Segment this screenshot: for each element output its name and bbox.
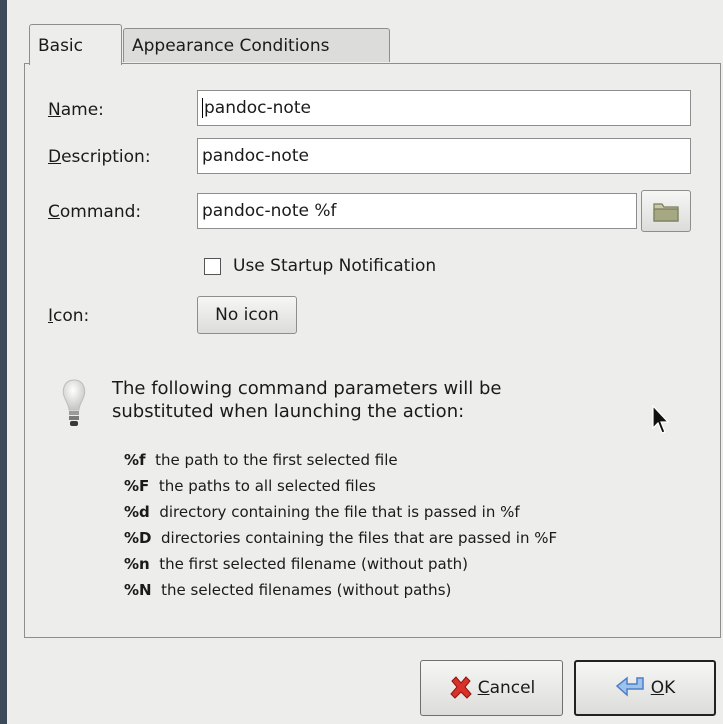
info-text-line2: substituted when launching the action: <box>112 401 465 422</box>
icon-picker-button[interactable]: No icon <box>197 296 297 334</box>
window-edge <box>0 0 7 724</box>
param-row: %d directory containing the file that is… <box>124 503 520 521</box>
text-caret <box>202 98 203 118</box>
browse-command-button[interactable] <box>641 190 691 232</box>
mouse-cursor-icon <box>652 404 670 434</box>
startup-notification-checkbox[interactable] <box>204 258 221 275</box>
cancel-button[interactable]: Cancel <box>420 660 563 716</box>
description-label: Description: <box>48 147 151 167</box>
folder-icon <box>653 203 679 222</box>
ok-icon <box>615 676 644 697</box>
lightbulb-icon <box>62 379 86 426</box>
cancel-icon <box>450 676 472 699</box>
icon-label: Icon: <box>48 306 90 326</box>
param-row: %F the paths to all selected files <box>124 477 376 495</box>
info-text-line1: The following command parameters will be <box>112 378 502 399</box>
name-field[interactable]: pandoc-note <box>197 90 691 126</box>
tab-appearance-conditions[interactable]: Appearance Conditions <box>123 28 390 62</box>
tab-basic[interactable]: Basic <box>29 24 122 65</box>
param-row: %f the path to the first selected file <box>124 451 398 469</box>
command-label: Command: <box>48 202 142 222</box>
param-row: %n the first selected filename (without … <box>124 555 468 573</box>
startup-notification-label[interactable]: Use Startup Notification <box>233 255 436 277</box>
ok-button[interactable]: OK <box>574 660 716 716</box>
command-field[interactable]: pandoc-note %f <box>197 193 637 229</box>
description-field[interactable]: pandoc-note <box>197 138 691 174</box>
name-label: Name: <box>48 100 104 120</box>
param-row: %N the selected filenames (without paths… <box>124 581 452 599</box>
param-row: %D directories containing the files that… <box>124 529 558 547</box>
